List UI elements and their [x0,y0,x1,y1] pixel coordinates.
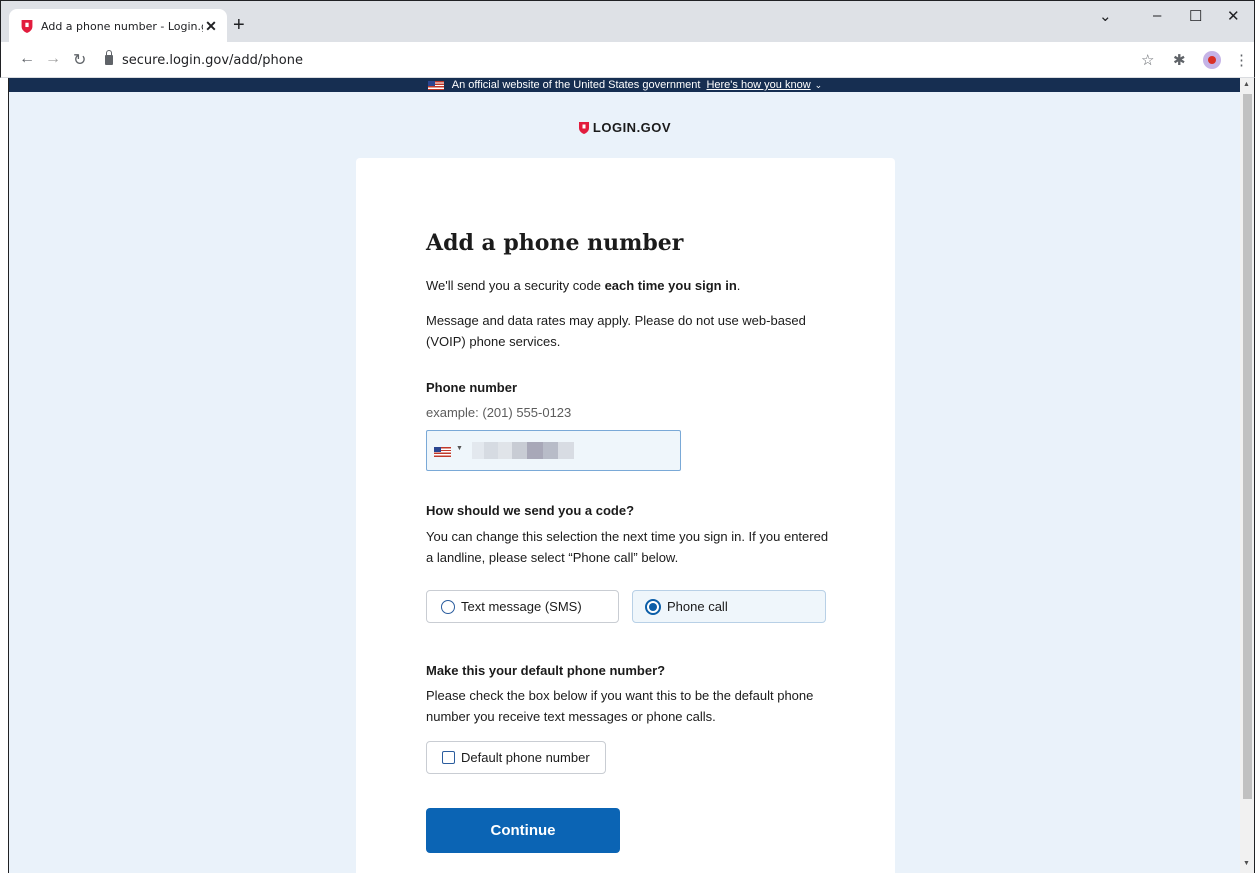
rates-note: Message and data rates may apply. Please… [426,313,806,349]
reload-icon[interactable]: ↻ [73,50,86,70]
heres-how-you-know-link[interactable]: Here's how you know [706,79,810,91]
window-close-icon[interactable]: ✕ [1227,7,1240,25]
logo-text: LOGIN.GOV [592,120,672,135]
tab-search-chevron-icon[interactable]: ⌄ [1099,7,1112,25]
delivery-heading: How should we send you a code? [426,503,635,518]
bookmark-star-icon[interactable]: ☆ [1141,51,1154,69]
tab-title: Add a phone number - Login.gov [41,19,203,33]
login-gov-shield-icon [21,19,33,33]
redacted-phone-value [472,442,574,459]
continue-button[interactable]: Continue [426,808,620,853]
gov-banner-text: An official website of the United States… [451,79,701,91]
form-card: Add a phone number We'll send you a secu… [356,158,895,873]
caret-down-icon: ▼ [456,445,463,452]
radio-sms[interactable] [441,599,455,614]
option-phone-call-label: Phone call [667,599,728,614]
phone-number-input[interactable]: ▼ [426,430,681,471]
address-bar[interactable]: secure.login.gov/add/phone [105,46,1135,74]
scrollbar-thumb[interactable] [1243,94,1252,799]
login-gov-logo[interactable]: LOGIN.GOV [9,120,1240,135]
page-scrollbar[interactable]: ▲ ▼ [1240,78,1255,873]
delivery-note: You can change this selection the next t… [426,529,829,565]
phone-number-hint: example: (201) 555-0123 [426,405,572,420]
url-text: secure.login.gov/add/phone [122,52,303,68]
country-flag-dropdown[interactable] [434,447,451,457]
forward-icon[interactable]: → [45,50,61,68]
page-title: Add a phone number [426,230,684,256]
us-flag-icon [427,80,444,90]
intro-text: We'll send you a security code each time… [426,275,836,296]
default-heading: Make this your default phone number? [426,663,666,678]
radio-phone-call[interactable] [645,598,661,615]
scroll-up-arrow-icon[interactable]: ▲ [1243,81,1250,88]
gov-banner: An official website of the United States… [9,78,1240,92]
shield-icon [578,121,589,134]
default-phone-checkbox-field[interactable]: Default phone number [426,741,606,774]
minimize-icon[interactable]: – [1153,7,1161,24]
option-text-message[interactable]: Text message (SMS) [426,590,619,623]
new-tab-icon[interactable]: + [233,15,245,35]
page-viewport: An official website of the United States… [8,78,1240,873]
chevron-down-icon: ⌄ [814,79,823,90]
option-text-message-label: Text message (SMS) [461,599,582,614]
tab-close-icon[interactable]: ✕ [203,18,219,35]
option-phone-call[interactable]: Phone call [632,590,826,623]
menu-kebab-icon[interactable]: ⋮ [1234,51,1249,69]
intro-text-start: We'll send you a security code [426,278,605,293]
phone-number-label: Phone number [426,380,518,395]
extensions-icon[interactable]: ✱ [1173,51,1186,69]
default-phone-checkbox[interactable] [442,751,455,764]
lock-icon [105,50,113,65]
browser-tab[interactable]: Add a phone number - Login.gov ✕ [9,9,227,43]
default-note: Please check the box below if you want t… [426,688,814,724]
default-phone-checkbox-label: Default phone number [461,750,590,765]
scroll-down-arrow-icon[interactable]: ▼ [1243,860,1250,867]
back-icon[interactable]: ← [19,50,35,68]
browser-toolbar: ← → ↻ secure.login.gov/add/phone ☆ ✱ ⋮ [0,42,1255,78]
intro-text-bold: each time you sign in [604,278,737,293]
profile-avatar[interactable] [1203,51,1221,69]
browser-tab-bar: Add a phone number - Login.gov ✕ + ⌄ – ☐… [0,0,1255,43]
intro-text-end: . [736,278,741,293]
maximize-icon[interactable]: ☐ [1189,7,1202,25]
